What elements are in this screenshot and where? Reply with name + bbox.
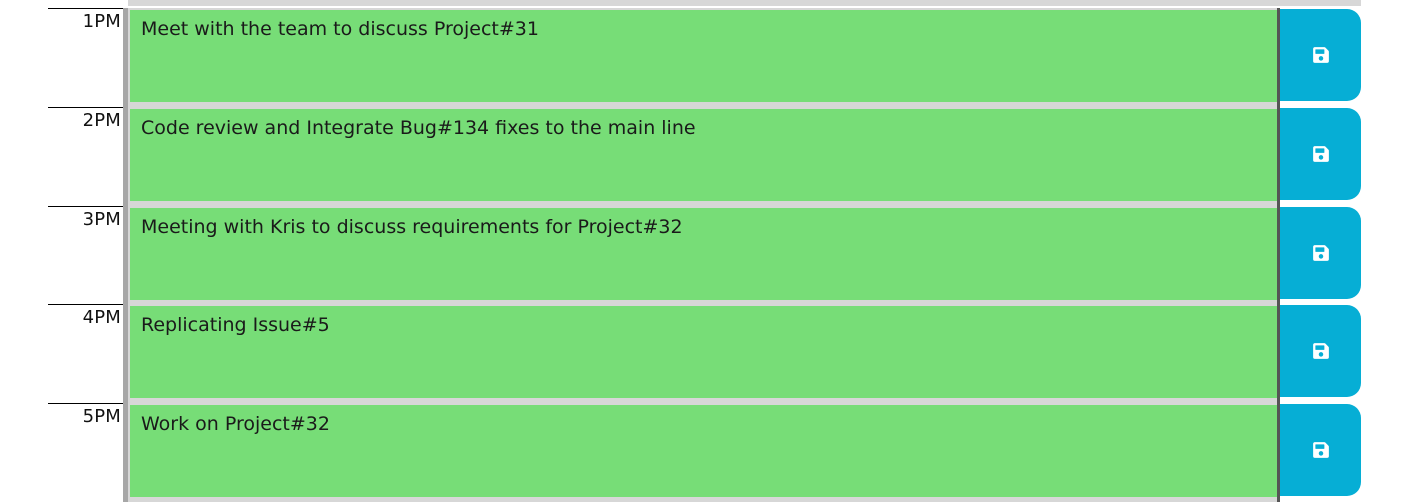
- description-area[interactable]: Work on Project#32: [130, 405, 1277, 497]
- save-button[interactable]: [1280, 404, 1361, 496]
- hour-label: 5PM: [48, 403, 123, 502]
- description-area[interactable]: Meet with the team to discuss Project#31: [130, 10, 1277, 102]
- description-field[interactable]: Meet with the team to discuss Project#31: [128, 8, 1279, 107]
- previous-block-edge: [128, 0, 1361, 6]
- description-field[interactable]: Code review and Integrate Bug#134 fixes …: [128, 107, 1279, 206]
- save-button[interactable]: [1280, 207, 1361, 299]
- time-block-4pm: 4PM Replicating Issue#5: [48, 304, 1361, 403]
- description-text: Work on Project#32: [141, 413, 330, 435]
- save-button[interactable]: [1280, 108, 1361, 200]
- hour-label: 3PM: [48, 206, 123, 305]
- description-field[interactable]: Meeting with Kris to discuss requirement…: [128, 206, 1279, 305]
- time-block-3pm: 3PM Meeting with Kris to discuss require…: [48, 206, 1361, 305]
- day-planner: 1PM Meet with the team to discuss Projec…: [48, 0, 1361, 502]
- description-text: Meet with the team to discuss Project#31: [141, 18, 539, 40]
- description-field[interactable]: Work on Project#32: [128, 403, 1279, 502]
- description-area[interactable]: Meeting with Kris to discuss requirement…: [130, 208, 1277, 300]
- description-area[interactable]: Code review and Integrate Bug#134 fixes …: [130, 109, 1277, 201]
- time-block-5pm: 5PM Work on Project#32: [48, 403, 1361, 502]
- time-block-1pm: 1PM Meet with the team to discuss Projec…: [48, 8, 1361, 107]
- hour-label: 4PM: [48, 304, 123, 403]
- description-text: Replicating Issue#5: [141, 314, 330, 336]
- floppy-disk-icon: [1312, 245, 1329, 261]
- floppy-disk-icon: [1312, 47, 1329, 63]
- description-field[interactable]: Replicating Issue#5: [128, 304, 1279, 403]
- time-block-2pm: 2PM Code review and Integrate Bug#134 fi…: [48, 107, 1361, 206]
- floppy-disk-icon: [1312, 343, 1329, 359]
- description-text: Meeting with Kris to discuss requirement…: [141, 216, 683, 238]
- description-area[interactable]: Replicating Issue#5: [130, 306, 1277, 398]
- hour-label: 2PM: [48, 107, 123, 206]
- save-button[interactable]: [1280, 9, 1361, 101]
- floppy-disk-icon: [1312, 442, 1329, 458]
- floppy-disk-icon: [1312, 146, 1329, 162]
- hour-label: 1PM: [48, 8, 123, 107]
- save-button[interactable]: [1280, 305, 1361, 397]
- description-text: Code review and Integrate Bug#134 fixes …: [141, 117, 696, 139]
